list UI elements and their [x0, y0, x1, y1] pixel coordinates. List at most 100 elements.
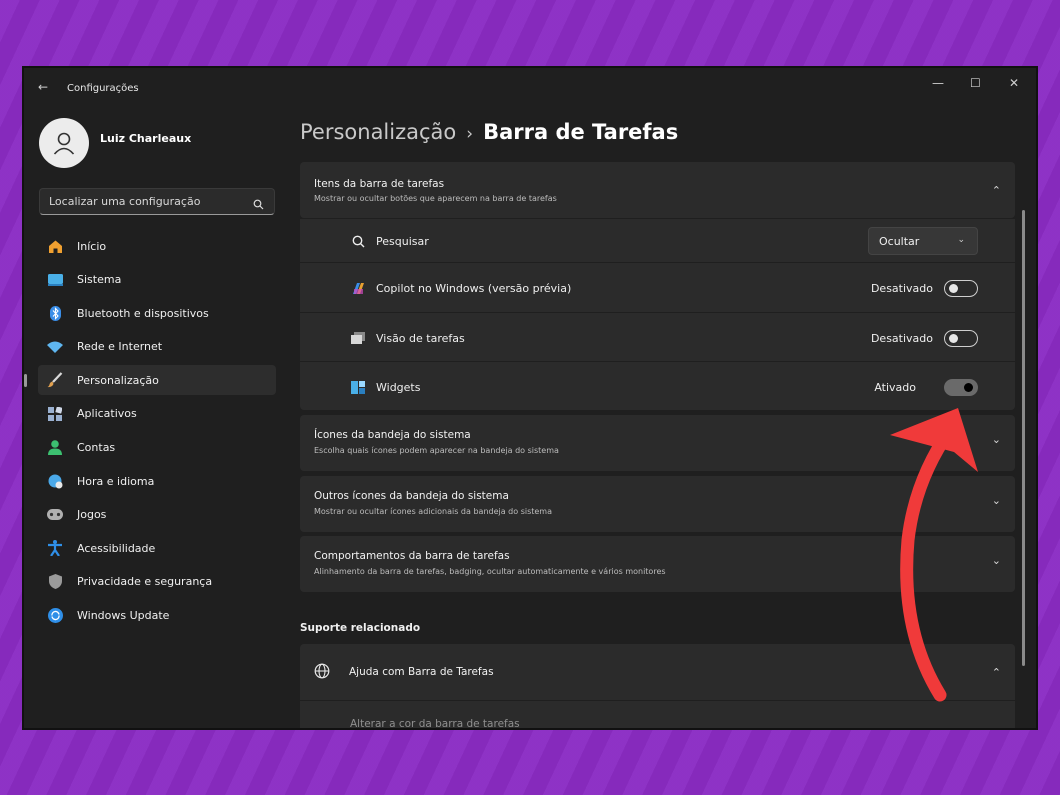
apps-icon [47, 406, 63, 422]
task-view-toggle[interactable] [944, 330, 978, 347]
person-icon [47, 440, 63, 456]
settings-window: ← Configurações — ☐ ✕ Luiz Charleaux Loc… [22, 66, 1038, 730]
sidebar-item-bluetooth[interactable]: Bluetooth e dispositivos [38, 298, 276, 328]
system-icon [47, 272, 63, 288]
section-title: Suporte relacionado [300, 622, 421, 634]
widgets-icon [350, 379, 366, 395]
copilot-toggle[interactable] [944, 280, 978, 297]
brush-icon [47, 372, 63, 388]
minimize-icon[interactable]: — [932, 76, 944, 90]
row-label: Copilot no Windows (versão prévia) [376, 282, 572, 295]
setting-row-task-view: Visão de tarefas Desativado [300, 312, 1015, 361]
card-subtitle: Alinhamento da barra de tarefas, badging… [314, 567, 666, 576]
search-input[interactable]: Localizar uma configuração [39, 188, 275, 215]
breadcrumb: Personalização › Barra de Tarefas [300, 120, 678, 144]
row-label: Widgets [376, 381, 421, 394]
chevron-up-icon[interactable]: ⌃ [992, 666, 1001, 679]
person-avatar-icon [53, 132, 75, 155]
toggle-status: Desativado [870, 332, 933, 345]
taskbar-items-header[interactable]: Itens da barra de tarefas Mostrar ou ocu… [300, 162, 1015, 218]
title-bar: ← Configurações — ☐ ✕ [24, 68, 1036, 108]
maximize-icon[interactable]: ☐ [970, 76, 981, 90]
help-card[interactable]: Ajuda com Barra de Tarefas ⌃ [300, 644, 1015, 700]
sidebar-item-label: Contas [77, 441, 116, 455]
window-title: Configurações [67, 83, 139, 94]
breadcrumb-parent[interactable]: Personalização [300, 120, 456, 144]
setting-row-pesquisar: Pesquisar Ocultar ⌄ [300, 218, 1015, 262]
sidebar-item-inicio[interactable]: Início [38, 231, 276, 261]
back-arrow-icon[interactable]: ← [38, 80, 48, 94]
sidebar-item-label: Aplicativos [77, 407, 137, 421]
gamepad-icon [47, 507, 63, 523]
setting-row-copilot: Copilot no Windows (versão prévia) Desat… [300, 262, 1015, 312]
sidebar-item-sistema[interactable]: Sistema [38, 265, 276, 295]
breadcrumb-separator: › [466, 124, 474, 144]
card-subtitle: Mostrar ou ocultar ícones adicionais da … [314, 507, 553, 516]
sidebar-item-label: Início [77, 239, 107, 253]
setting-row-widgets: Widgets Ativado [300, 361, 1015, 410]
page-title: Barra de Tarefas [483, 120, 679, 144]
row-label: Pesquisar [376, 235, 429, 248]
sidebar-item-label: Bluetooth e dispositivos [77, 306, 209, 320]
sidebar-item-label: Jogos [77, 508, 107, 522]
sidebar-item-acessibilidade[interactable]: Acessibilidade [38, 533, 276, 563]
card-title: Comportamentos da barra de tarefas [314, 550, 510, 562]
card-title: Itens da barra de tarefas [314, 178, 445, 190]
sidebar-item-windows-update[interactable]: Windows Update [38, 601, 276, 631]
bluetooth-icon [47, 305, 63, 321]
avatar[interactable] [39, 118, 89, 168]
widgets-toggle[interactable] [944, 379, 978, 396]
sidebar-item-jogos[interactable]: Jogos [38, 500, 276, 530]
copilot-icon [350, 280, 366, 296]
active-indicator [24, 374, 27, 388]
sidebar-item-label: Hora e idioma [77, 474, 155, 488]
taskbar-behaviors-card[interactable]: Comportamentos da barra de tarefas Alinh… [300, 536, 1015, 592]
scrollbar[interactable] [1022, 210, 1025, 666]
toggle-status: Ativado [874, 381, 916, 394]
update-icon [47, 608, 63, 624]
sidebar: Luiz Charleaux Localizar uma configuraçã… [24, 108, 286, 728]
sidebar-item-label: Windows Update [77, 609, 170, 623]
search-icon[interactable] [253, 195, 264, 214]
toggle-status: Desativado [870, 282, 933, 295]
close-icon[interactable]: ✕ [1009, 76, 1019, 90]
sidebar-item-label: Privacidade e segurança [77, 575, 213, 589]
search-icon [350, 233, 366, 249]
dropdown-value: Ocultar [879, 235, 920, 248]
shield-icon [47, 574, 63, 590]
task-view-icon [350, 330, 366, 346]
sidebar-item-label: Rede e Internet [77, 340, 163, 354]
search-mode-dropdown[interactable]: Ocultar ⌄ [868, 227, 978, 255]
sidebar-item-label: Personalização [77, 373, 159, 387]
row-label: Visão de tarefas [376, 332, 465, 345]
help-link-row: Alterar a cor da barra de tarefas [300, 700, 1015, 728]
chevron-down-icon[interactable]: ⌄ [992, 433, 1001, 446]
card-title: Ajuda com Barra de Tarefas [349, 666, 494, 678]
sidebar-item-rede[interactable]: Rede e Internet [38, 332, 276, 362]
home-icon [47, 238, 63, 254]
sidebar-item-hora-idioma[interactable]: Hora e idioma [38, 466, 276, 496]
globe-icon [314, 663, 330, 683]
user-name: Luiz Charleaux [100, 132, 192, 145]
main-content: Personalização › Barra de Tarefas Itens da… [300, 108, 1030, 728]
sidebar-item-label: Acessibilidade [77, 541, 156, 555]
sidebar-item-personalizacao[interactable]: Personalização [24, 365, 276, 396]
help-link[interactable]: Alterar a cor da barra de tarefas [350, 718, 520, 728]
card-subtitle: Escolha quais ícones podem aparecer na b… [314, 446, 559, 455]
search-placeholder: Localizar uma configuração [49, 195, 201, 208]
chevron-down-icon[interactable]: ⌄ [992, 554, 1001, 567]
sidebar-item-contas[interactable]: Contas [38, 433, 276, 463]
card-title: Ícones da bandeja do sistema [314, 429, 471, 441]
chevron-up-icon[interactable]: ⌃ [992, 184, 1001, 197]
sidebar-item-label: Sistema [77, 273, 122, 287]
other-tray-icons-card[interactable]: Outros ícones da bandeja do sistema Most… [300, 476, 1015, 532]
sidebar-item-privacidade[interactable]: Privacidade e segurança [38, 567, 276, 597]
sidebar-item-aplicativos[interactable]: Aplicativos [38, 399, 276, 429]
accessibility-icon [47, 540, 63, 557]
sidebar-nav: Início Sistema Bluetooth e dispositivos [24, 231, 276, 634]
card-subtitle: Mostrar ou ocultar botões que aparecem n… [314, 194, 557, 203]
tray-icons-card[interactable]: Ícones da bandeja do sistema Escolha qua… [300, 415, 1015, 471]
globe-clock-icon [47, 473, 63, 489]
chevron-down-icon[interactable]: ⌄ [992, 494, 1001, 507]
card-title: Outros ícones da bandeja do sistema [314, 490, 509, 502]
